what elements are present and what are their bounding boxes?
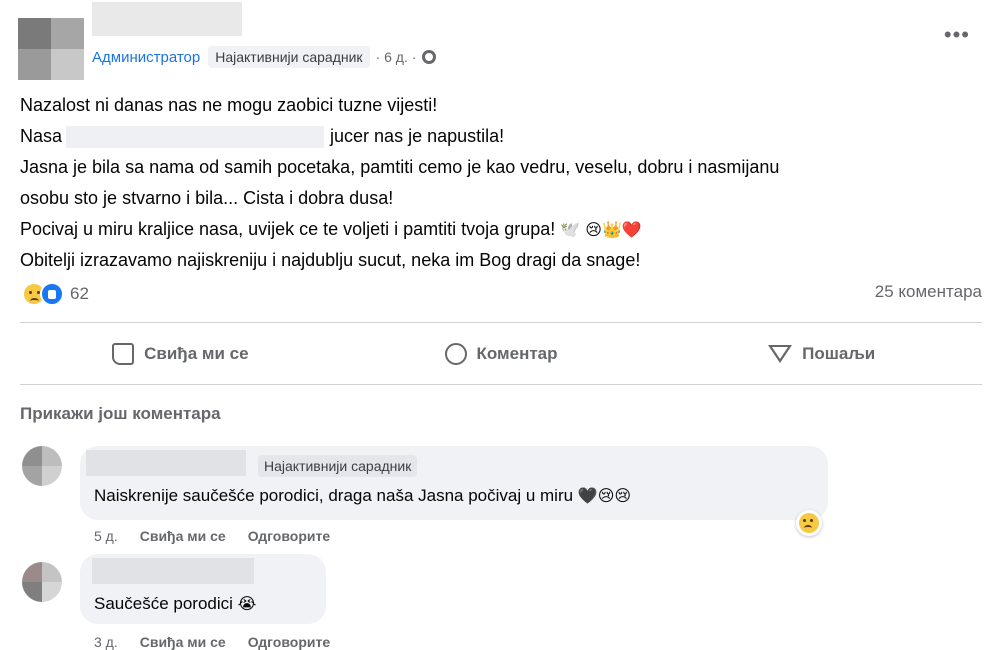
reaction-count: 62	[70, 284, 89, 303]
share-button[interactable]: Пошаљи	[661, 328, 982, 380]
comment-like-link[interactable]: Свиђа ми се	[140, 634, 226, 650]
comment-like-link[interactable]: Свиђа ми се	[140, 528, 226, 544]
comments-count[interactable]: 25 коментара	[875, 282, 982, 302]
author-avatar[interactable]	[18, 18, 84, 80]
comment-text: Naiskrenije saučešće porodici, draga naš…	[94, 486, 632, 505]
comment-avatar[interactable]	[22, 562, 62, 602]
divider	[20, 384, 982, 385]
comment-meta: 5 д. Свиђа ми се Одговорите	[94, 528, 330, 544]
comment-icon	[444, 343, 467, 365]
post-line-5: Pocivaj u miru kraljice nasa, uvijek ce …	[20, 219, 642, 239]
post-meta: Администратор Најактивнији сарадник · 6 …	[92, 44, 437, 70]
comment-button[interactable]: Коментар	[341, 328, 662, 380]
top-contributor-badge: Најактивнији сарадник	[258, 455, 418, 477]
like-reaction-icon	[40, 282, 64, 306]
comment-text: Saučešće porodici 😭	[94, 594, 257, 613]
post-line-3: Jasna je bila sa nama od samih pocetaka,…	[20, 157, 780, 177]
comment-meta: 3 д. Свиђа ми се Одговорите	[94, 634, 330, 650]
like-button[interactable]: Свиђа ми се	[20, 328, 341, 380]
author-name-redacted	[92, 2, 242, 36]
sad-reaction-icon	[799, 513, 819, 533]
role-admin-label[interactable]: Администратор	[92, 49, 200, 66]
post-text: Nazalost ni danas nas ne mogu zaobici tu…	[20, 90, 980, 276]
post-line-6: Obitelji izrazavamo najiskreniju i najdu…	[20, 250, 641, 270]
post-line-2: Nasa jucer nas je napustila!	[20, 121, 980, 152]
share-icon	[768, 345, 793, 363]
globe-icon	[422, 50, 437, 64]
comment-reply-link[interactable]: Одговорите	[248, 634, 330, 650]
commenter-name-redacted[interactable]	[86, 450, 246, 476]
post-line-4: osobu sto je stvarno i bila... Cista i d…	[20, 188, 394, 208]
post-emoji: 🕊️ 😢👑❤️	[560, 220, 642, 239]
post-time[interactable]: · 6 д. ·	[376, 49, 417, 65]
comment-emoji: 😭	[237, 594, 257, 613]
name-redacted	[66, 126, 325, 149]
commenter-name-redacted[interactable]	[92, 558, 254, 584]
action-bar: Свиђа ми се Коментар Пошаљи	[20, 328, 982, 380]
comment-reply-link[interactable]: Одговорите	[248, 528, 330, 544]
comment-emoji: 🖤😢😢	[577, 486, 632, 505]
view-more-comments-link[interactable]: Прикажи још коментара	[20, 404, 221, 424]
comment-avatar[interactable]	[22, 446, 62, 486]
like-icon	[112, 343, 135, 365]
top-contributor-badge: Најактивнији сарадник	[208, 46, 370, 68]
reaction-summary[interactable]: 62	[22, 282, 89, 306]
divider	[20, 322, 982, 323]
comment-time[interactable]: 3 д.	[94, 634, 118, 650]
post-line-1: Nazalost ni danas nas ne mogu zaobici tu…	[20, 95, 438, 115]
comment-time[interactable]: 5 д.	[94, 528, 118, 544]
more-options-icon[interactable]: •••	[944, 24, 970, 46]
comment-reaction[interactable]	[796, 510, 822, 536]
